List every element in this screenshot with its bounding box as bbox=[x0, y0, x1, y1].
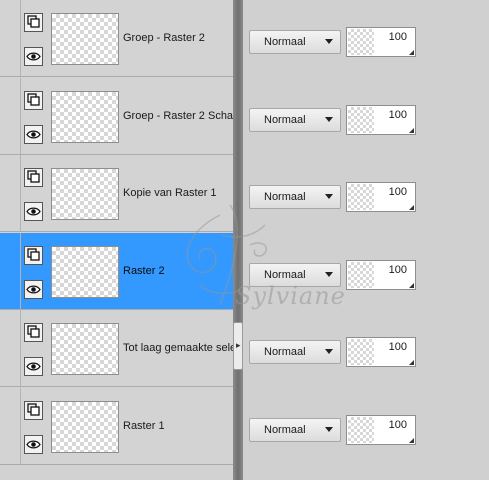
blend-mode-dropdown[interactable]: Normaal bbox=[249, 418, 341, 442]
opacity-swatch bbox=[348, 262, 374, 288]
layer-name[interactable]: Groep - Raster 2 Schaduw bbox=[123, 110, 233, 122]
chevron-right-icon: ▸ bbox=[236, 340, 241, 350]
opacity-slider-handle[interactable] bbox=[409, 283, 414, 288]
layer-name[interactable]: Groep - Raster 2 bbox=[123, 32, 233, 44]
layer-controls-row: Normaal 100 bbox=[243, 78, 489, 155]
row-gutter bbox=[20, 233, 21, 309]
blend-mode-label: Normaal bbox=[264, 191, 306, 203]
blend-mode-dropdown[interactable]: Normaal bbox=[249, 185, 341, 209]
blend-mode-label: Normaal bbox=[264, 346, 306, 358]
layer-thumbnail[interactable] bbox=[51, 168, 119, 220]
layer-row[interactable]: Raster 1 bbox=[0, 388, 233, 465]
blend-mode-dropdown[interactable]: Normaal bbox=[249, 340, 341, 364]
opacity-swatch bbox=[348, 107, 374, 133]
blend-mode-label: Normaal bbox=[264, 424, 306, 436]
opacity-slider-handle[interactable] bbox=[409, 205, 414, 210]
blend-mode-dropdown[interactable]: Normaal bbox=[249, 30, 341, 54]
layer-thumbnail[interactable] bbox=[51, 401, 119, 453]
opacity-field[interactable]: 100 bbox=[346, 260, 416, 290]
chevron-down-icon bbox=[325, 194, 333, 199]
layer-group-icon[interactable] bbox=[24, 13, 43, 32]
opacity-value: 100 bbox=[388, 419, 407, 431]
blend-mode-dropdown[interactable]: Normaal bbox=[249, 108, 341, 132]
row-gutter bbox=[20, 0, 21, 76]
opacity-field[interactable]: 100 bbox=[346, 415, 416, 445]
layer-controls-row: Normaal 100 bbox=[243, 310, 489, 387]
eye-icon[interactable] bbox=[24, 357, 43, 376]
opacity-swatch bbox=[348, 184, 374, 210]
opacity-value: 100 bbox=[388, 186, 407, 198]
opacity-swatch bbox=[348, 417, 374, 443]
eye-icon[interactable] bbox=[24, 202, 43, 221]
eye-icon[interactable] bbox=[24, 435, 43, 454]
opacity-slider-handle[interactable] bbox=[409, 128, 414, 133]
layer-row[interactable]: Tot laag gemaakte selectie bbox=[0, 310, 233, 387]
layer-thumbnail[interactable] bbox=[51, 91, 119, 143]
opacity-swatch bbox=[348, 339, 374, 365]
chevron-down-icon bbox=[325, 349, 333, 354]
layer-row[interactable]: Groep - Raster 2 Schaduw bbox=[0, 78, 233, 155]
splitter-grip[interactable]: ▸ bbox=[233, 322, 243, 370]
chevron-down-icon bbox=[325, 427, 333, 432]
layer-group-icon[interactable] bbox=[24, 323, 43, 342]
blend-mode-label: Normaal bbox=[264, 36, 306, 48]
layer-thumbnail[interactable] bbox=[51, 246, 119, 298]
opacity-slider-handle[interactable] bbox=[409, 360, 414, 365]
chevron-down-icon bbox=[325, 272, 333, 277]
opacity-value: 100 bbox=[388, 109, 407, 121]
layer-group-icon[interactable] bbox=[24, 246, 43, 265]
layer-group-icon[interactable] bbox=[24, 91, 43, 110]
blend-mode-label: Normaal bbox=[264, 269, 306, 281]
row-gutter bbox=[20, 388, 21, 464]
opacity-field[interactable]: 100 bbox=[346, 105, 416, 135]
layer-name[interactable]: Raster 1 bbox=[123, 420, 233, 432]
opacity-value: 100 bbox=[388, 264, 407, 276]
blend-mode-label: Normaal bbox=[264, 114, 306, 126]
layer-controls-row: Normaal 100 bbox=[243, 388, 489, 465]
chevron-down-icon bbox=[325, 117, 333, 122]
opacity-slider-handle[interactable] bbox=[409, 50, 414, 55]
opacity-value: 100 bbox=[388, 31, 407, 43]
opacity-field[interactable]: 100 bbox=[346, 27, 416, 57]
opacity-swatch bbox=[348, 29, 374, 55]
layer-row[interactable]: Raster 2 bbox=[0, 233, 233, 310]
layer-group-icon[interactable] bbox=[24, 401, 43, 420]
row-gutter bbox=[20, 155, 21, 231]
opacity-value: 100 bbox=[388, 341, 407, 353]
chevron-down-icon bbox=[325, 39, 333, 44]
layer-controls-row: Normaal 100 bbox=[243, 0, 489, 77]
layer-row[interactable]: Groep - Raster 2 bbox=[0, 0, 233, 77]
layer-name[interactable]: Kopie van Raster 1 bbox=[123, 187, 233, 199]
eye-icon[interactable] bbox=[24, 47, 43, 66]
eye-icon[interactable] bbox=[24, 125, 43, 144]
layer-thumbnail[interactable] bbox=[51, 323, 119, 375]
watermark-signature: Sylviane bbox=[235, 282, 346, 310]
layer-thumbnail[interactable] bbox=[51, 13, 119, 65]
panel-splitter[interactable] bbox=[233, 0, 243, 480]
layers-list-panel: Groep - Raster 2 Groep - Raster 2 Schaduw… bbox=[0, 0, 233, 480]
row-gutter bbox=[20, 310, 21, 386]
layer-group-icon[interactable] bbox=[24, 168, 43, 187]
layer-controls-row: Normaal 100 bbox=[243, 155, 489, 232]
row-gutter bbox=[20, 78, 21, 154]
layer-name[interactable]: Raster 2 bbox=[123, 265, 233, 277]
layer-properties-panel: Normaal 100 Normaal 100 Normaal 100 Normaal 100… bbox=[243, 0, 489, 480]
opacity-slider-handle[interactable] bbox=[409, 438, 414, 443]
opacity-field[interactable]: 100 bbox=[346, 337, 416, 367]
layer-name[interactable]: Tot laag gemaakte selectie bbox=[123, 342, 233, 354]
opacity-field[interactable]: 100 bbox=[346, 182, 416, 212]
eye-icon[interactable] bbox=[24, 280, 43, 299]
layer-row[interactable]: Kopie van Raster 1 bbox=[0, 155, 233, 232]
